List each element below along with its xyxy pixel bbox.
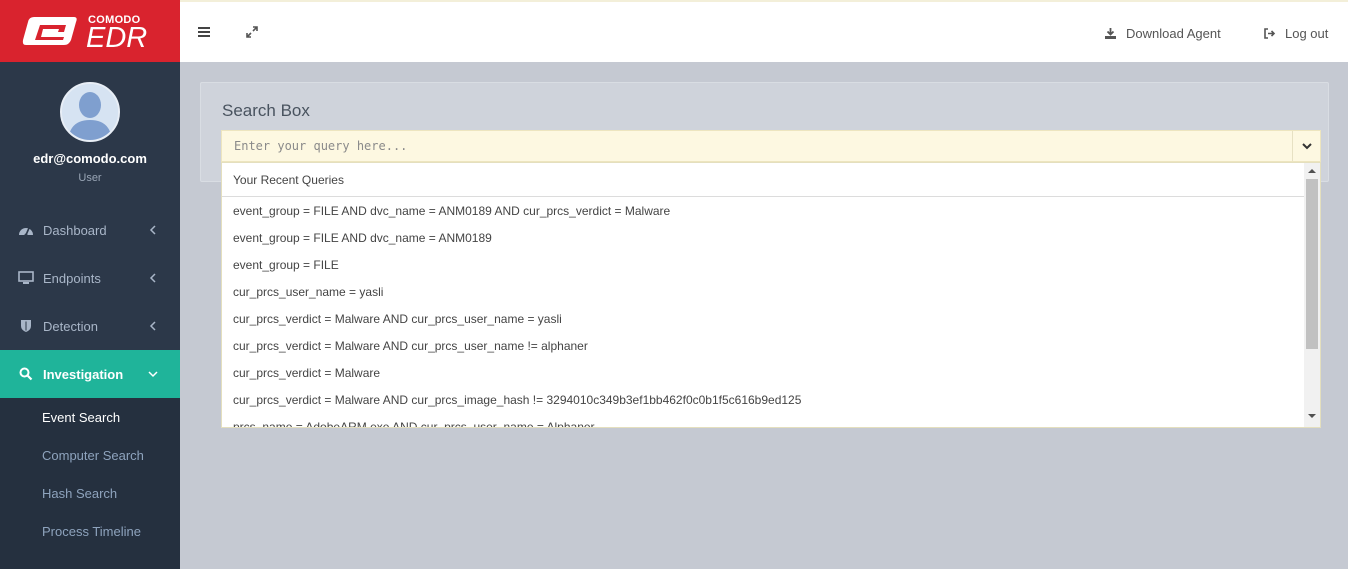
topbar: Download Agent Log out — [180, 0, 1348, 62]
recent-query-item[interactable]: event_group = FILE — [233, 258, 339, 272]
sidebar: COMODO EDR edr@comodo.com User Dashboard… — [0, 0, 180, 569]
sidebar-item-endpoints[interactable]: Endpoints — [0, 254, 180, 302]
download-agent-button[interactable]: Download Agent — [1104, 26, 1221, 41]
logo[interactable]: COMODO EDR — [0, 0, 180, 62]
sidebar-item-event-search[interactable]: Event Search — [42, 410, 120, 425]
sidebar-item-label: Investigation — [43, 366, 124, 382]
recent-query-item[interactable]: cur_prcs_verdict = Malware AND cur_prcs_… — [233, 339, 588, 353]
sidebar-item-detection[interactable]: Detection — [0, 302, 180, 350]
sidebar-item-label: Detection — [43, 318, 98, 334]
scroll-down-icon[interactable] — [1308, 412, 1316, 420]
recent-query-item[interactable]: cur_prcs_user_name = yasli — [233, 285, 383, 299]
user-silhouette-icon — [62, 84, 118, 140]
monitor-icon — [18, 270, 34, 286]
dropdown-scrollbar[interactable] — [1304, 163, 1320, 427]
recent-queries-dropdown: Your Recent Queries event_group = FILE A… — [221, 162, 1321, 428]
recent-query-item[interactable]: cur_prcs_verdict = Malware AND cur_prcs_… — [233, 312, 562, 326]
recent-query-item[interactable]: cur_prcs_verdict = Malware — [233, 366, 380, 380]
sidebar-item-label: Dashboard — [43, 222, 107, 238]
recent-query-item[interactable]: event_group = FILE AND dvc_name = ANM018… — [233, 231, 492, 245]
chevron-down-icon — [1301, 143, 1312, 150]
scroll-up-icon[interactable] — [1308, 167, 1316, 175]
user-role: User — [78, 172, 102, 184]
sidebar-item-hash-search[interactable]: Hash Search — [42, 486, 117, 501]
recent-query-item[interactable]: event_group = FILE AND dvc_name = ANM018… — [233, 204, 670, 218]
logout-button[interactable]: Log out — [1263, 26, 1328, 41]
recent-queries-header: Your Recent Queries — [222, 163, 1304, 197]
logout-icon — [1264, 28, 1276, 39]
logout-label: Log out — [1285, 26, 1329, 41]
shield-icon — [18, 318, 34, 334]
download-icon — [1105, 28, 1116, 39]
sidebar-item-dashboard[interactable]: Dashboard — [0, 206, 180, 254]
avatar[interactable] — [60, 82, 120, 142]
download-agent-label: Download Agent — [1126, 26, 1221, 41]
panel-title: Search Box — [222, 101, 310, 120]
logo-product: EDR — [86, 22, 148, 54]
sidebar-item-computer-search[interactable]: Computer Search — [42, 448, 144, 463]
scroll-thumb[interactable] — [1306, 179, 1318, 349]
dashboard-icon — [18, 222, 34, 238]
dropdown-toggle-button[interactable] — [1292, 131, 1320, 161]
search-input[interactable] — [221, 130, 1321, 162]
sidebar-item-investigation[interactable]: Investigation — [0, 350, 180, 398]
menu-icon[interactable] — [196, 24, 212, 40]
chevron-left-icon — [149, 225, 156, 235]
sidebar-item-process-timeline[interactable]: Process Timeline — [42, 524, 141, 539]
recent-query-item[interactable]: prcs_name = AdobeARM.exe AND cur_prcs_us… — [233, 420, 595, 427]
chevron-left-icon — [149, 273, 156, 283]
expand-icon[interactable] — [244, 24, 260, 40]
user-email: edr@comodo.com — [33, 151, 147, 166]
investigation-submenu: Event Search Computer Search Hash Search… — [0, 398, 180, 569]
chevron-left-icon — [149, 321, 156, 331]
comodo-logo-icon — [22, 17, 77, 45]
chevron-down-icon — [148, 371, 158, 378]
sidebar-item-label: Endpoints — [43, 270, 101, 286]
search-icon — [18, 366, 34, 382]
recent-query-item[interactable]: cur_prcs_verdict = Malware AND cur_prcs_… — [233, 393, 801, 407]
